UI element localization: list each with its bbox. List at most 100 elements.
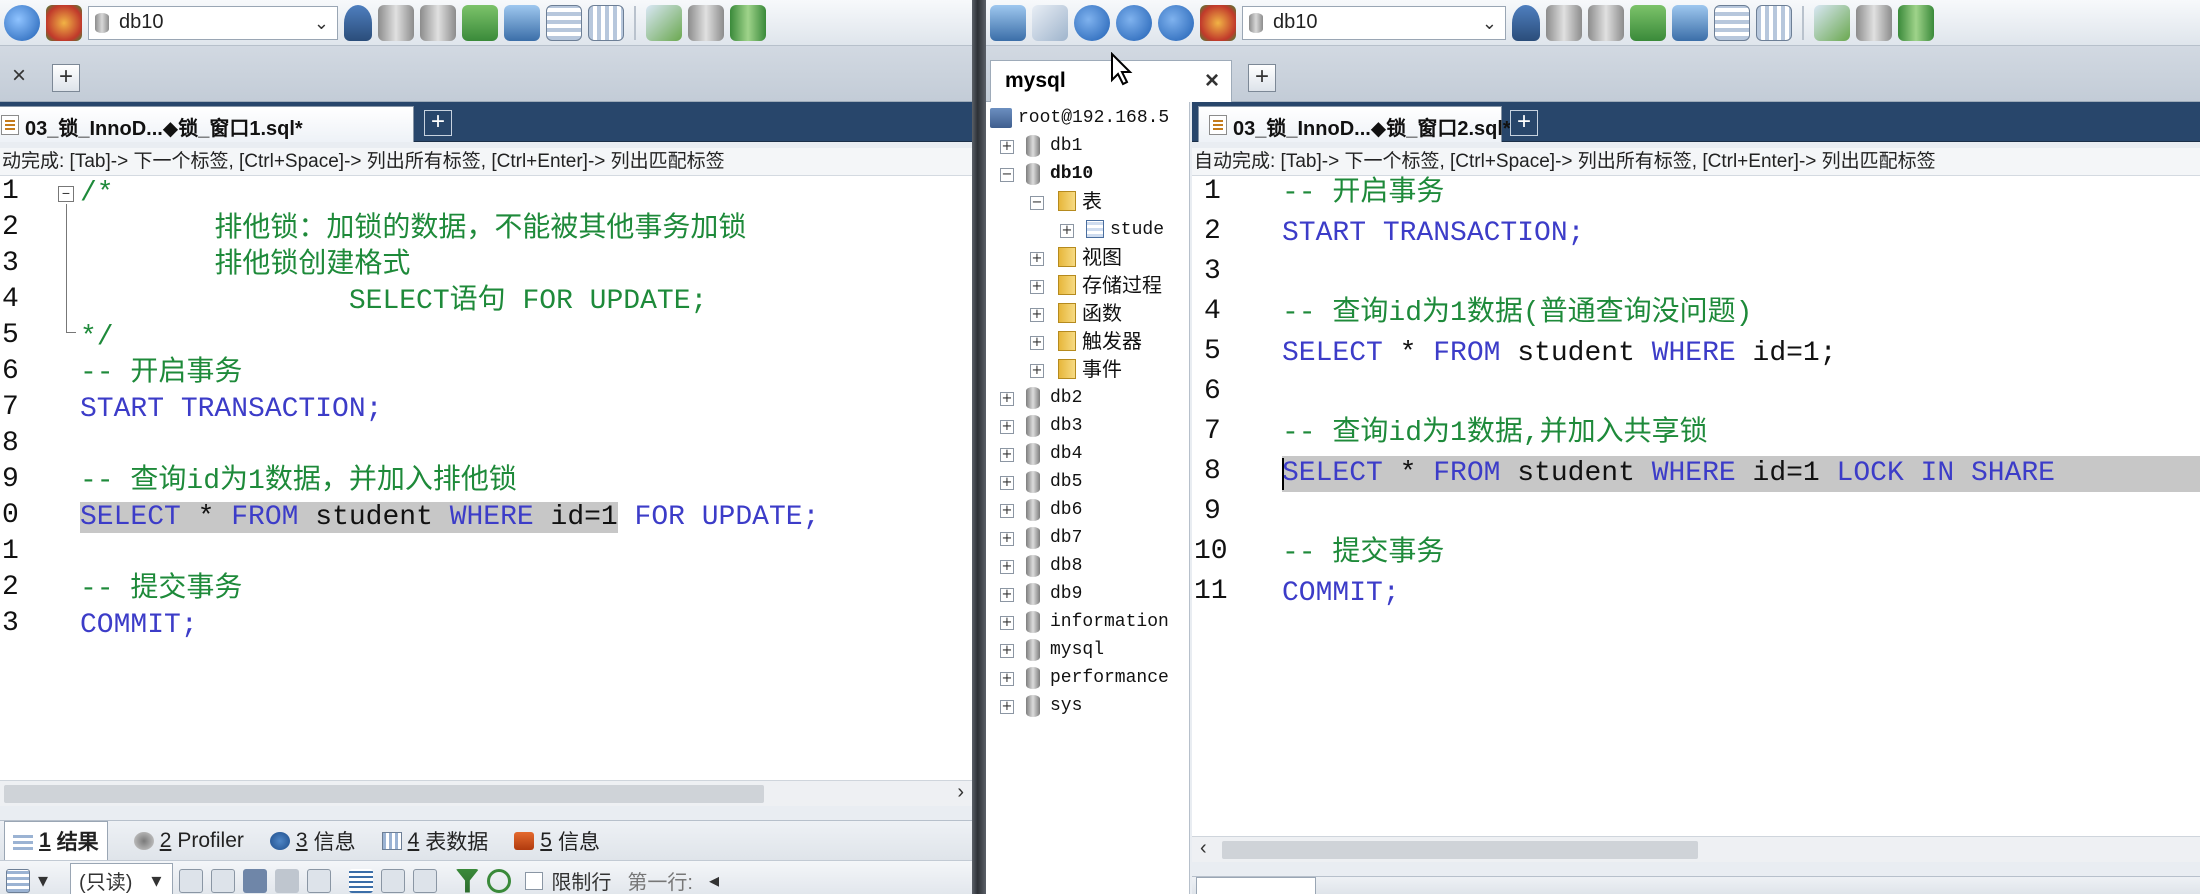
fold-toggle[interactable]: −	[58, 186, 74, 202]
tree-server[interactable]: root@192.168.5	[1018, 104, 1169, 132]
database-select[interactable]: db10 ⌄	[88, 5, 338, 40]
tree-table[interactable]: stude	[1110, 216, 1164, 244]
chevron-down-icon[interactable]: ▾	[38, 868, 48, 893]
text-mode-icon[interactable]	[413, 868, 438, 893]
query-tab[interactable]: 03_锁_InnoD...◆锁_窗口2.sql*	[1198, 106, 1511, 142]
expand-icon[interactable]: +	[1000, 532, 1014, 546]
tree-db[interactable]: db5	[1050, 468, 1082, 496]
save-icon[interactable]	[243, 868, 268, 893]
expand-icon[interactable]: +	[1000, 616, 1014, 630]
tree-folder[interactable]: 函数	[1082, 300, 1122, 328]
export-icon[interactable]	[462, 4, 498, 41]
execute-all-icon[interactable]	[1116, 4, 1152, 41]
collapse-icon[interactable]: −	[1030, 196, 1044, 210]
connection-icon[interactable]	[990, 4, 1026, 41]
delete-icon[interactable]	[275, 868, 300, 893]
tree-db[interactable]: sys	[1050, 692, 1082, 720]
tree-db[interactable]: db9	[1050, 580, 1082, 608]
cancel-icon[interactable]	[307, 868, 332, 893]
execute-query-icon[interactable]	[1074, 4, 1110, 41]
expand-icon[interactable]: +	[1000, 588, 1014, 602]
close-icon[interactable]: ×	[12, 62, 26, 90]
expand-icon[interactable]: +	[1000, 420, 1014, 434]
connection-globe-icon[interactable]	[4, 4, 40, 41]
chevron-left-icon[interactable]: ◂	[709, 868, 719, 893]
horizontal-scrollbar[interactable]: ‹	[1192, 836, 2200, 862]
close-icon[interactable]: ×	[1205, 67, 1219, 95]
backup-database-icon[interactable]	[1546, 4, 1582, 41]
execute-edit-icon[interactable]	[1158, 4, 1194, 41]
query-builder-icon[interactable]	[1814, 4, 1850, 41]
expand-icon[interactable]: +	[1000, 392, 1014, 406]
duplicate-row-icon[interactable]	[211, 868, 236, 893]
user-manager-icon[interactable]	[1512, 4, 1540, 41]
result-tab-profiler[interactable]: 2 Profiler	[133, 829, 244, 853]
expand-icon[interactable]: +	[1030, 364, 1044, 378]
sql-editor[interactable]: 1 2 3 4 5 6 7 8 9 10 11 -- 开启事务 START TR…	[1192, 176, 2200, 836]
tree-db[interactable]: db2	[1050, 384, 1082, 412]
tree-db[interactable]: db8	[1050, 552, 1082, 580]
query-builder-icon[interactable]	[646, 4, 682, 41]
expand-icon[interactable]: +	[1000, 672, 1014, 686]
result-tab-results[interactable]: 1 结果	[4, 820, 108, 861]
compare-icon[interactable]	[1898, 4, 1934, 41]
database-select[interactable]: db10 ⌄	[1242, 5, 1506, 40]
result-tab-results[interactable]	[1196, 876, 1316, 894]
tree-db[interactable]: performance	[1050, 664, 1169, 692]
new-connection-tab-button[interactable]: +	[52, 64, 80, 92]
result-tab-table-data[interactable]: 4 表数据	[381, 826, 488, 856]
data-sync-icon[interactable]	[1856, 4, 1892, 41]
expand-icon[interactable]: +	[1000, 504, 1014, 518]
collapse-icon[interactable]: −	[1000, 168, 1014, 182]
expand-icon[interactable]: +	[1030, 280, 1044, 294]
tree-folder[interactable]: 事件	[1082, 356, 1122, 384]
tree-db[interactable]: db3	[1050, 412, 1082, 440]
expand-icon[interactable]: +	[1030, 336, 1044, 350]
compare-icon[interactable]	[730, 4, 766, 41]
new-query-icon[interactable]	[1032, 4, 1068, 41]
expand-icon[interactable]: +	[1000, 644, 1014, 658]
expand-icon[interactable]: +	[1000, 476, 1014, 490]
table-grid-icon[interactable]	[546, 4, 582, 41]
tree-db[interactable]: db7	[1050, 524, 1082, 552]
tree-db[interactable]: db6	[1050, 496, 1082, 524]
data-sync-icon[interactable]	[688, 4, 724, 41]
schema-designer-icon[interactable]	[588, 4, 624, 41]
new-connection-tab-button[interactable]: +	[1248, 64, 1276, 92]
expand-icon[interactable]: +	[1000, 700, 1014, 714]
result-tab-info[interactable]: 5 信息	[514, 826, 600, 856]
backup-database-icon[interactable]	[378, 4, 414, 41]
tree-db[interactable]: information	[1050, 608, 1169, 636]
chevron-left-icon[interactable]: ‹	[1200, 837, 1207, 860]
scrollbar-thumb[interactable]	[4, 785, 764, 803]
expand-icon[interactable]: +	[1000, 448, 1014, 462]
import-icon[interactable]	[1672, 4, 1708, 41]
schema-designer-icon[interactable]	[1756, 4, 1792, 41]
refresh-icon[interactable]	[487, 868, 512, 893]
tree-folder-tables[interactable]: 表	[1082, 188, 1102, 216]
grid-mode-icon[interactable]	[349, 868, 374, 893]
tree-db[interactable]: db1	[1050, 132, 1082, 160]
restore-database-icon[interactable]	[420, 4, 456, 41]
expand-icon[interactable]: +	[1060, 224, 1074, 238]
schema-icon[interactable]	[1200, 4, 1236, 41]
expand-icon[interactable]: +	[1030, 252, 1044, 266]
limit-rows-checkbox[interactable]	[525, 871, 544, 890]
chevron-right-icon[interactable]: ›	[957, 781, 964, 804]
tree-db-active[interactable]: db10	[1050, 160, 1093, 188]
tree-db[interactable]: mysql	[1050, 636, 1104, 664]
grid-view-icon[interactable]	[6, 868, 30, 893]
restore-database-icon[interactable]	[1588, 4, 1624, 41]
database-tree[interactable]: root@192.168.5 + db1 − db10 − 表 + stude …	[986, 102, 1190, 894]
user-manager-icon[interactable]	[344, 4, 372, 41]
result-tab-messages[interactable]: 3 信息	[269, 826, 356, 856]
table-grid-icon[interactable]	[1714, 4, 1750, 41]
sql-editor[interactable]: 1 2 3 4 5 6 7 8 9 0 1 2 3 − /* 排他锁：加锁的数据…	[0, 176, 972, 780]
tree-folder[interactable]: 触发器	[1082, 328, 1142, 356]
insert-row-icon[interactable]	[179, 868, 204, 893]
export-icon[interactable]	[1630, 4, 1666, 41]
chevron-down-icon[interactable]: ▾	[151, 868, 161, 893]
expand-icon[interactable]: +	[1030, 308, 1044, 322]
schema-icon[interactable]	[46, 4, 82, 41]
tree-db[interactable]: db4	[1050, 440, 1082, 468]
